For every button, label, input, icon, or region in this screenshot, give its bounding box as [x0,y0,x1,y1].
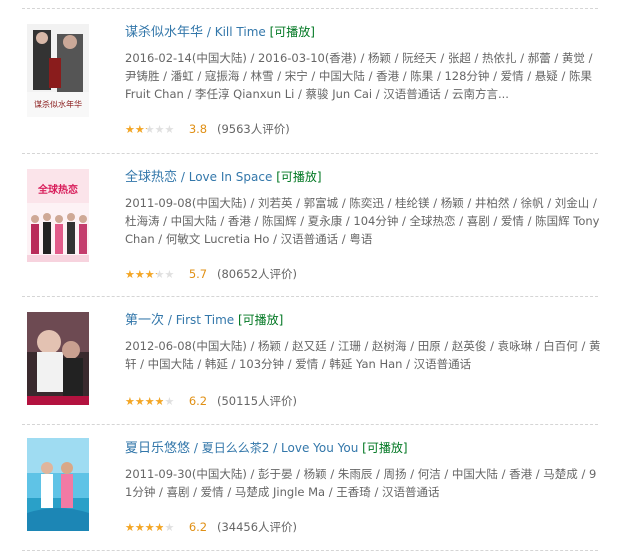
rating-score: 3.8 [188,122,208,136]
poster-image-love-you-you [27,438,89,531]
movie-alt-title[interactable]: 夏日么么茶2 / Love You You [202,441,359,455]
svg-text:谋杀似水年华: 谋杀似水年华 [34,99,82,109]
rating-stars: ★★★★★ ★★★★★ [125,123,175,136]
movie-meta: 2011-09-30(中国大陆) / 彭于晏 / 杨颖 / 朱雨辰 / 周扬 /… [125,467,597,500]
rating-count[interactable]: (34456人评价) [217,520,297,534]
movie-meta: 2012-06-08(中国大陆) / 杨颖 / 赵又廷 / 江珊 / 赵树海 /… [125,339,601,372]
svg-text:全球热恋: 全球热恋 [37,183,78,196]
divider [22,153,598,154]
divider [22,296,598,297]
movie-title-link[interactable]: 谋杀似水年华 [125,25,203,40]
divider [22,424,598,425]
title-separator: / [193,441,198,455]
movie-poster[interactable]: 全球热恋 [27,169,89,262]
movie-meta: 2016-02-14(中国大陆) / 2016-03-10(香港) / 杨颖 /… [125,51,593,102]
playable-badge[interactable]: [可播放] [238,313,283,327]
divider [22,8,598,9]
poster-image-love-in-space: 全球热恋 [27,169,89,262]
rating-score: 6.2 [188,520,208,534]
movie-alt-title[interactable]: Kill Time [215,25,266,39]
title-separator: / [206,25,211,39]
movie-info: 第一次 / First Time [可播放] 2012-06-08(中国大陆) … [125,310,601,373]
poster-image-first-time [27,312,89,405]
rating-count[interactable]: (50115人评价) [217,394,297,408]
movie-info: 谋杀似水年华 / Kill Time [可播放] 2016-02-14(中国大陆… [125,22,601,104]
movie-poster[interactable] [27,438,89,531]
movie-alt-title[interactable]: First Time [176,313,234,327]
playable-badge[interactable]: [可播放] [276,170,321,184]
playable-badge[interactable]: [可播放] [362,441,407,455]
rating-stars: ★★★★★ ★★★★★ [125,395,175,408]
rating-row: ★★★★★ ★★★★★ 3.8 (9563人评价) [125,121,290,137]
rating-row: ★★★★★ ★★★★★ 5.7 (80652人评价) [125,266,297,282]
poster-image-kill-time: 谋杀似水年华 [27,24,89,117]
movie-title-link[interactable]: 全球热恋 [125,170,177,185]
divider [22,550,598,551]
rating-row: ★★★★★ ★★★★★ 6.2 (50115人评价) [125,393,297,409]
movie-poster[interactable] [27,312,89,405]
rating-count[interactable]: (9563人评价) [217,122,290,136]
playable-badge[interactable]: [可播放] [270,25,315,39]
title-separator: / [167,313,172,327]
movie-info: 夏日乐悠悠 / 夏日么么茶2 / Love You You [可播放] 2011… [125,438,601,501]
rating-stars: ★★★★★ ★★★★★ [125,521,175,534]
movie-title-link[interactable]: 第一次 [125,313,164,328]
movie-poster[interactable]: 谋杀似水年华 [27,24,89,117]
movie-alt-title[interactable]: Love In Space [189,170,273,184]
movie-list: 谋杀似水年华 谋杀似水年华 / Kill Time [可播放] 2016-02-… [0,0,640,553]
movie-title-link[interactable]: 夏日乐悠悠 [125,441,190,456]
rating-row: ★★★★★ ★★★★★ 6.2 (34456人评价) [125,519,297,535]
rating-count[interactable]: (80652人评价) [217,267,297,281]
rating-score: 6.2 [188,394,208,408]
rating-score: 5.7 [188,267,208,281]
movie-info: 全球热恋 / Love In Space [可播放] 2011-09-08(中国… [125,167,601,249]
movie-meta: 2011-09-08(中国大陆) / 刘若英 / 郭富城 / 陈奕迅 / 桂纶镁… [125,196,600,247]
rating-stars: ★★★★★ ★★★★★ [125,268,175,281]
title-separator: / [180,170,185,184]
